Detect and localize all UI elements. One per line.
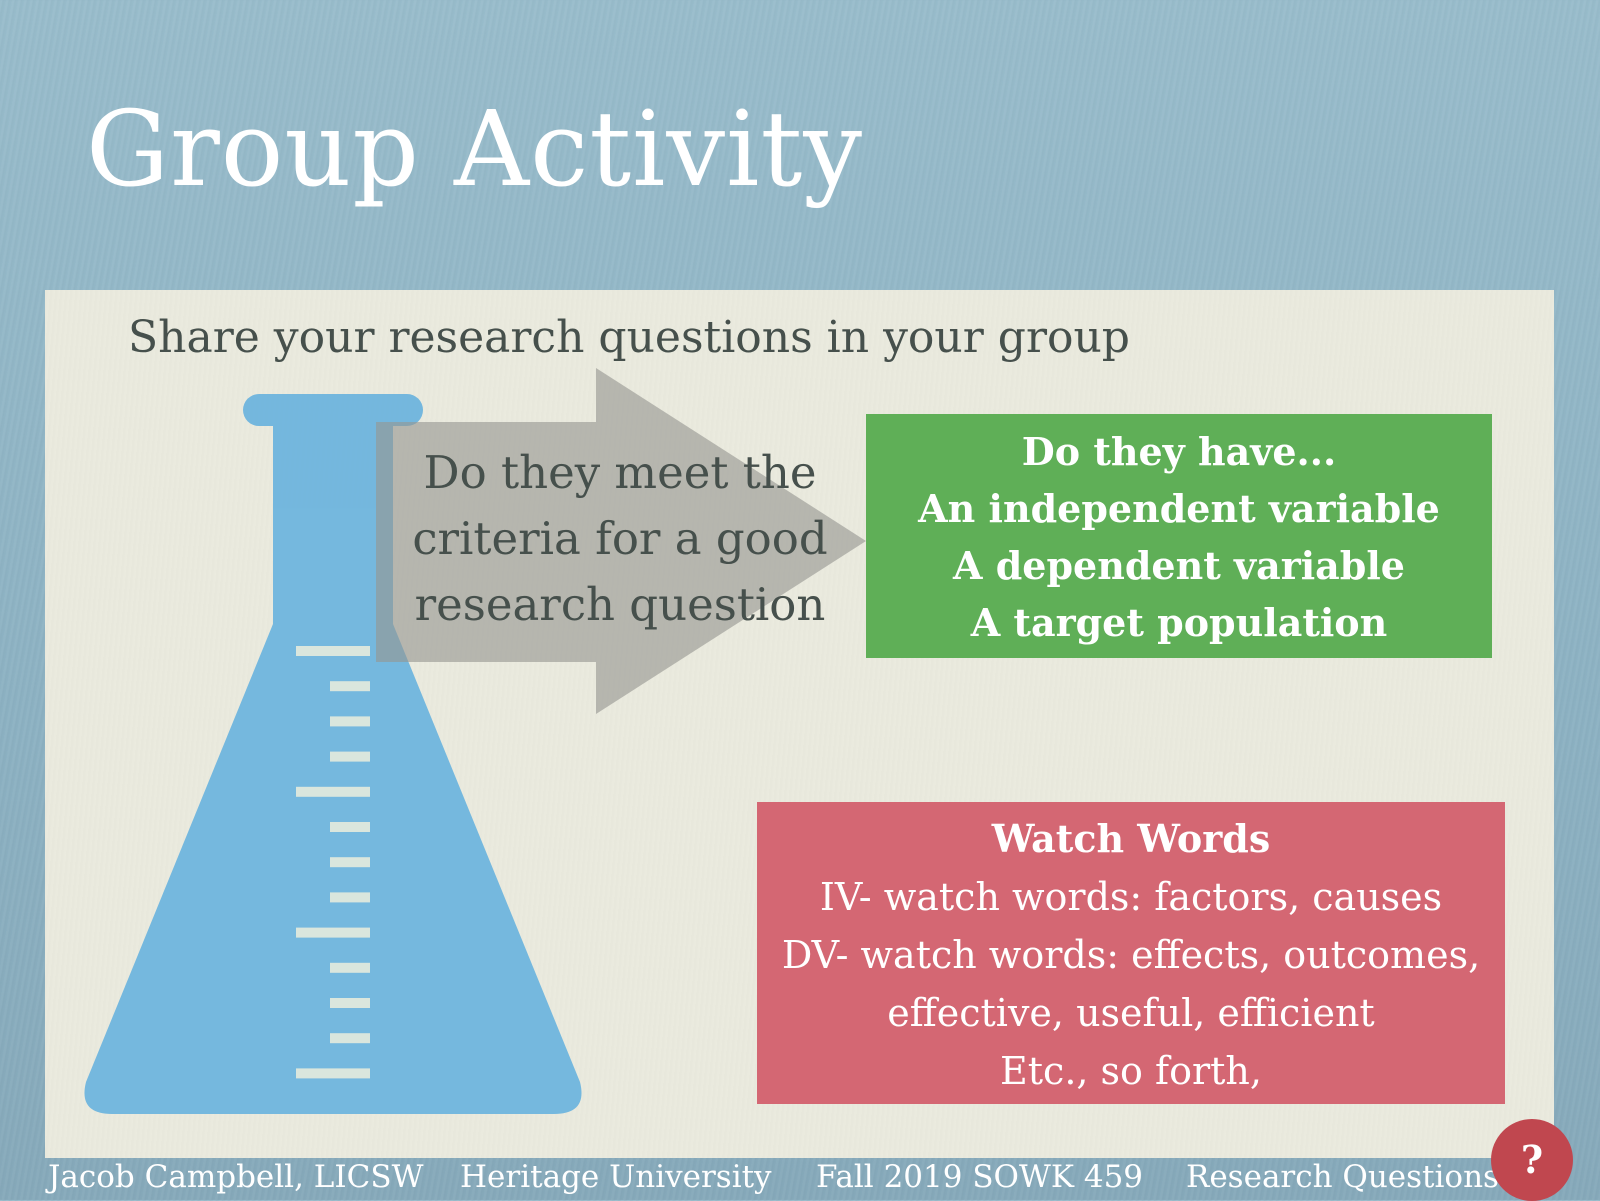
criteria-item: A target population bbox=[970, 600, 1388, 645]
flask-graduation-mark bbox=[296, 927, 370, 938]
flask-graduation-mark bbox=[330, 962, 370, 973]
arrow-text-line: research question bbox=[414, 578, 826, 631]
slide-title: Group Activity bbox=[86, 88, 863, 210]
arrow-question: Do they meet the criteria for a good res… bbox=[400, 440, 840, 638]
flask-graduation-mark bbox=[296, 1068, 370, 1079]
flask-graduation-mark bbox=[330, 892, 370, 903]
flask-graduation-mark bbox=[330, 751, 370, 762]
flask-graduation-mark bbox=[296, 646, 370, 656]
flask-graduation-mark bbox=[330, 716, 370, 727]
flask-graduation-mark bbox=[330, 998, 370, 1008]
footer-institution: Heritage University bbox=[460, 1159, 772, 1195]
flask-graduation-mark bbox=[296, 786, 370, 797]
watch-words-line: Etc., so forth, bbox=[1000, 1049, 1262, 1093]
watch-words-line: IV- watch words: factors, causes bbox=[819, 875, 1443, 919]
watch-words-line: effective, useful, efficient bbox=[887, 991, 1375, 1035]
footer-topic: Research Questions bbox=[1186, 1159, 1499, 1195]
help-button[interactable]: ? bbox=[1491, 1119, 1573, 1201]
slide-footer: Jacob Campbell, LICSW Heritage Universit… bbox=[0, 1157, 1600, 1200]
watch-words-line: DV- watch words: effects, outcomes, bbox=[781, 933, 1481, 977]
watch-words-heading: Watch Words bbox=[991, 816, 1271, 861]
watch-words-box: Watch Words IV- watch words: factors, ca… bbox=[757, 802, 1505, 1104]
criteria-box: Do they have... An independent variable … bbox=[866, 414, 1492, 658]
flask-graduation-mark bbox=[330, 822, 370, 832]
flask-graduation-mark bbox=[330, 1033, 370, 1044]
flask-graduation-mark bbox=[330, 681, 370, 692]
footer-course: Fall 2019 SOWK 459 bbox=[816, 1159, 1144, 1195]
slide-subtitle: Share your research questions in your gr… bbox=[128, 312, 1130, 363]
criteria-item: An independent variable bbox=[918, 486, 1440, 531]
criteria-item: A dependent variable bbox=[953, 543, 1405, 588]
arrow-text-line: criteria for a good bbox=[412, 512, 828, 565]
arrow-text-line: Do they meet the bbox=[423, 446, 817, 499]
flask-graduation-mark bbox=[330, 857, 370, 868]
criteria-heading: Do they have... bbox=[1021, 429, 1337, 474]
footer-author: Jacob Campbell, LICSW bbox=[48, 1159, 424, 1195]
